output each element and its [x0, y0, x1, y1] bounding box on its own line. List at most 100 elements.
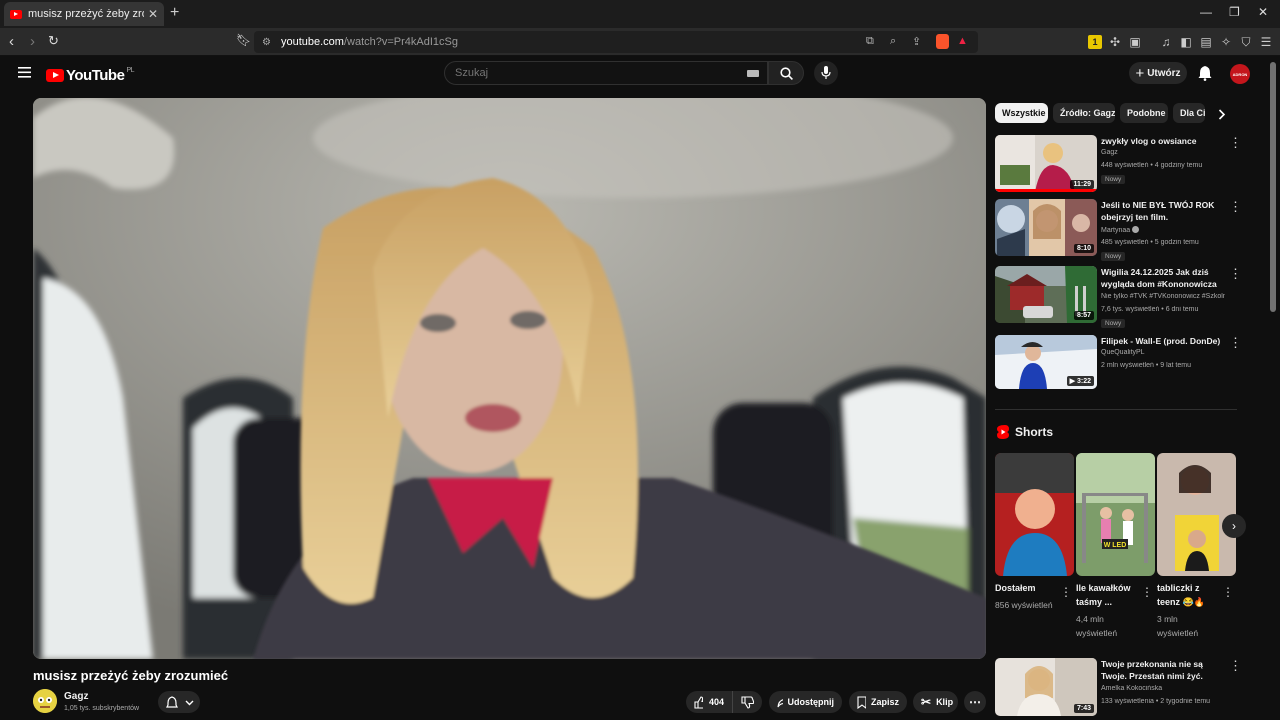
new-tab-icon[interactable]: + [170, 4, 179, 22]
short-views: 856 wyświetleń [995, 600, 1053, 610]
keyboard-icon[interactable] [747, 70, 759, 77]
search-icon [780, 67, 793, 80]
notifications-bell-icon[interactable] [1198, 65, 1212, 81]
short-title[interactable]: Dostałem [995, 581, 1055, 595]
recommendation-channel[interactable]: QueQualityPL [1101, 349, 1251, 356]
create-button[interactable]: + Utwórz [1129, 62, 1187, 84]
short-thumbnail[interactable]: W LED [1076, 453, 1155, 576]
section-divider [995, 409, 1237, 410]
short-image: W LED [1076, 453, 1155, 576]
short-thumbnail[interactable] [995, 453, 1074, 576]
music-icon[interactable]: ♫ [1159, 35, 1173, 49]
video-title: musisz przeżyć żeby zrozumieć [33, 668, 229, 683]
short-title[interactable]: Ile kawałków taśmy ... [1076, 581, 1136, 609]
video-player[interactable] [33, 98, 986, 659]
video-thumbnail[interactable]: 11:29 [995, 135, 1097, 192]
brave-shields-icon[interactable] [936, 34, 949, 49]
chip-related[interactable]: Podobne [1120, 103, 1168, 123]
channel-avatar-image [33, 689, 57, 713]
extension-icon[interactable]: 1 [1088, 35, 1102, 49]
dislike-button[interactable] [732, 691, 762, 713]
recommendation-item[interactable]: ▶ 3:22 Filipek - Wall-E (prod. DonDe) Qu… [995, 335, 1240, 395]
more-actions-button[interactable]: ⋯ [964, 691, 986, 713]
chevron-right-icon: › [1232, 519, 1236, 533]
more-options-icon[interactable] [1229, 137, 1233, 149]
chip-for-you[interactable]: Dla Ciebie [1173, 103, 1205, 123]
like-button[interactable]: 404 [686, 691, 732, 713]
short-thumbnail[interactable] [1157, 453, 1236, 576]
short-more-options-icon[interactable]: ⋮ [1060, 585, 1072, 599]
video-duration: ▶ 3:22 [1066, 376, 1094, 386]
minimize-icon[interactable]: — [1200, 5, 1212, 19]
forward-icon[interactable]: › [30, 33, 35, 50]
page-scrollbar[interactable] [1268, 56, 1280, 720]
search-button[interactable] [768, 61, 804, 85]
svg-text:W LED: W LED [1104, 542, 1127, 549]
more-horizontal-icon: ⋯ [969, 695, 981, 709]
bookmark-icon[interactable]: 🔖︎ [236, 33, 251, 47]
recommendation-item[interactable]: 11:29 zwykły vlog o owsiance Gagz 448 wy… [995, 135, 1240, 195]
open-in-app-icon[interactable]: ⧉ [866, 35, 874, 48]
chip-all[interactable]: Wszystkie [995, 103, 1048, 123]
site-settings-icon[interactable]: ⚙ [262, 37, 271, 48]
short-more-options-icon[interactable]: ⋮ [1222, 585, 1234, 599]
leo-ai-icon[interactable]: ✧ [1219, 35, 1233, 49]
thumbs-down-icon [741, 695, 754, 709]
sidebar-icon[interactable]: ◧ [1179, 35, 1193, 49]
back-icon[interactable]: ‹ [9, 33, 14, 50]
recommendation-title[interactable]: zwykły vlog o owsiance [1101, 135, 1225, 147]
clip-button[interactable]: ✂ Klip [913, 691, 958, 713]
close-tab-icon[interactable]: ✕ [148, 7, 158, 21]
youtube-logo[interactable]: YouTube PL [46, 67, 134, 84]
close-window-icon[interactable]: ✕ [1258, 5, 1268, 19]
reload-icon[interactable]: ↻ [48, 33, 59, 49]
chip-source[interactable]: Źródło: Gagz [1053, 103, 1115, 123]
scissors-icon: ✂ [921, 695, 932, 709]
video-thumbnail[interactable]: 8:57 [995, 266, 1097, 323]
recommendation-channel[interactable]: Amelka Kokocińska [1101, 685, 1251, 692]
address-bar[interactable]: ⚙ youtube.com /watch?v=Pr4kAdI1cSg ⧉ ⌕ ⇪… [254, 31, 978, 53]
save-button[interactable]: Zapisz [849, 691, 907, 713]
recommendation-title[interactable]: Filipek - Wall-E (prod. DonDe) [1101, 335, 1225, 347]
menu-icon[interactable]: ☰ [1259, 35, 1273, 49]
recommendation-channel[interactable]: Nie tylko #TVK #TVKononowicz #Szkolna17 [1101, 293, 1225, 300]
more-options-icon[interactable] [1229, 337, 1233, 349]
voice-search-button[interactable] [814, 61, 838, 85]
search-input[interactable] [455, 67, 745, 79]
short-title[interactable]: tabliczki z teenz 😂🔥 [1157, 581, 1217, 609]
maximize-icon[interactable]: ❐ [1229, 5, 1240, 19]
account-avatar[interactable]: ADRON [1230, 64, 1250, 84]
shorts-next-button[interactable]: › [1222, 514, 1246, 538]
recommendation-channel[interactable]: Martynaa [1101, 226, 1251, 234]
browser-tab[interactable]: musisz przeżyć żeby zrozumieć ✕ [4, 2, 164, 26]
chips-next-chevron-icon[interactable] [1218, 109, 1226, 120]
more-options-icon[interactable] [1229, 201, 1233, 213]
recommendation-item[interactable]: 7:43 Twoje przekonania nie są Twoje. Prz… [995, 658, 1240, 720]
channel-name[interactable]: Gagz [64, 691, 88, 702]
recommendation-item[interactable]: 8:10 Jeśli to NIE BYŁ TWÓJ ROK obejrzyj … [995, 199, 1240, 261]
recommendation-item[interactable]: 8:57 Wigilia 24.12.2025 Jak dziś wygląda… [995, 266, 1240, 328]
recommendation-title[interactable]: Wigilia 24.12.2025 Jak dziś wygląda dom … [1101, 266, 1225, 290]
channel-avatar[interactable] [33, 689, 57, 713]
share-label: Udostępnij [787, 697, 835, 707]
video-thumbnail[interactable]: 8:10 [995, 199, 1097, 256]
video-thumbnail[interactable]: 7:43 [995, 658, 1097, 716]
reading-list-icon[interactable]: ▣ [1128, 35, 1142, 49]
hamburger-menu-icon[interactable] [18, 67, 31, 78]
zoom-icon[interactable]: ⌕ [890, 35, 896, 48]
share-page-icon[interactable]: ⇪ [912, 35, 921, 48]
subscription-bell-button[interactable] [158, 691, 200, 713]
more-options-icon[interactable] [1229, 660, 1233, 672]
recommendation-title[interactable]: Jeśli to NIE BYŁ TWÓJ ROK obejrzyj ten f… [1101, 199, 1225, 223]
recommendation-title[interactable]: Twoje przekonania nie są Twoje. Przestań… [1101, 658, 1225, 682]
share-button[interactable]: Udostępnij [769, 691, 842, 713]
video-thumbnail[interactable]: ▶ 3:22 [995, 335, 1097, 389]
more-options-icon[interactable] [1229, 268, 1233, 280]
vpn-shield-icon[interactable]: ⛉ [1239, 35, 1253, 49]
brave-rewards-icon[interactable]: ▲ [957, 35, 968, 47]
recommendation-channel[interactable]: Gagz [1101, 149, 1251, 156]
extensions-puzzle-icon[interactable]: ✣ [1108, 35, 1122, 49]
wallet-icon[interactable]: ▤ [1199, 35, 1213, 49]
short-more-options-icon[interactable]: ⋮ [1141, 585, 1153, 599]
scrollbar-thumb[interactable] [1270, 62, 1276, 312]
